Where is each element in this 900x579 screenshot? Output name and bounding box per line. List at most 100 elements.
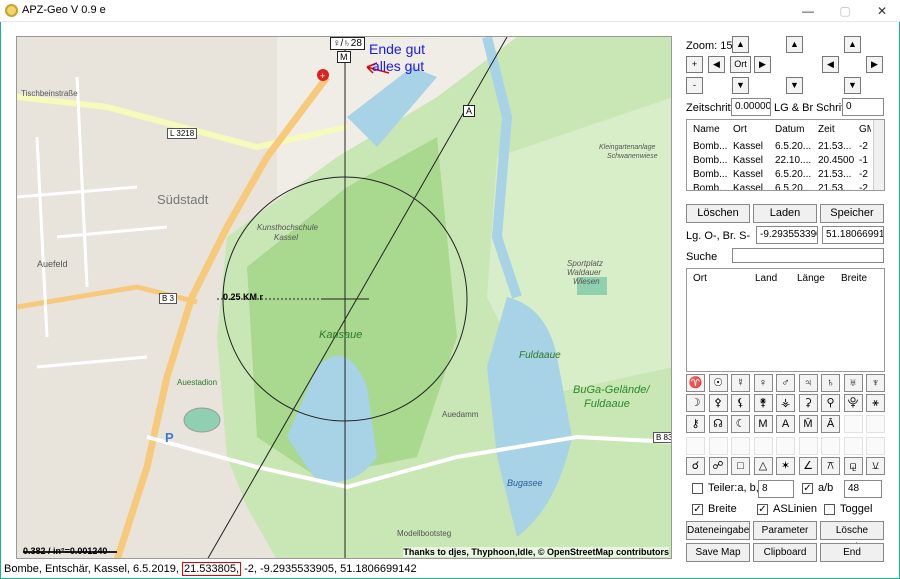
table-row[interactable]: Bomb... (693, 141, 727, 152)
symbol-slot-empty (753, 437, 773, 455)
loesche-cache-button[interactable]: Lösche Cache (820, 521, 884, 553)
symbol-button[interactable]: ⯓ (843, 394, 863, 412)
pan-up-button[interactable]: ▲ (786, 36, 803, 53)
symbol-button[interactable]: ⚹ (866, 394, 885, 412)
symbol-button[interactable]: ♅ (843, 374, 863, 392)
table-cell: 21.53... (818, 183, 852, 191)
ort-button[interactable]: Ort (730, 56, 751, 73)
pan-down-button[interactable]: ▼ (786, 77, 803, 94)
map-view[interactable]: + ♀/♄28 M A Ende gut alles gut 0.25 KM r… (16, 36, 672, 559)
symbol-slot-empty (843, 437, 863, 455)
parameter-button[interactable]: Parameter (753, 521, 817, 540)
symbol-button[interactable]: Ā (821, 415, 840, 433)
minimize-button[interactable]: — (790, 0, 826, 22)
symbol-button[interactable]: M̄ (798, 415, 818, 433)
aslinien-checkbox[interactable]: ✓ (757, 504, 768, 515)
table-cell: -1 (859, 155, 868, 166)
loeschen-button[interactable]: Löschen (686, 204, 750, 223)
symbol-button[interactable]: ⚴ (708, 394, 728, 412)
symbol-button[interactable]: ⚶ (776, 394, 795, 412)
schwanenwiese-label: Schwanenwiese (607, 153, 658, 160)
events-header-name: Name (693, 124, 720, 135)
laden-button[interactable]: Laden (753, 204, 817, 223)
symbol-button[interactable]: ⚻ (821, 457, 840, 475)
symbol-button[interactable]: △ (753, 457, 773, 475)
status-line: Bombe, Entschär, Kassel, 6.5.2019, 21.53… (4, 562, 417, 576)
symbol-button[interactable]: ⚼ (843, 457, 863, 475)
tischbein-label: Tischbeinstraße (21, 89, 78, 98)
symbol-button[interactable]: ☊ (708, 415, 728, 433)
scale-label: 0.382 / in°=0.001240 (23, 546, 108, 556)
ab-checkbox[interactable]: ✓ (802, 483, 813, 494)
symbol-button[interactable]: ☽ (686, 394, 705, 412)
table-cell: Kassel (733, 183, 764, 191)
symbol-button[interactable]: ♆ (866, 374, 885, 392)
table-row[interactable]: Bomb... (693, 183, 727, 190)
events-table[interactable]: Name Ort Datum Zeit GM Bomb... Kassel 6.… (686, 119, 885, 191)
close-button[interactable]: ✕ (864, 0, 900, 22)
table-row[interactable]: Bomb... (693, 155, 727, 166)
table-cell: Kassel (733, 169, 764, 180)
events-scrollbar[interactable] (873, 120, 884, 190)
zoom-down-button[interactable]: ▼ (732, 77, 749, 94)
zoom-label: Zoom: 15 (686, 40, 733, 52)
zoom-up-button[interactable]: ▲ (732, 36, 749, 53)
symbol-button[interactable]: ⚺ (866, 457, 885, 475)
toggel-checkbox[interactable] (824, 504, 835, 515)
places-header-land: Land (755, 273, 778, 284)
ab-input[interactable]: 48 (844, 480, 882, 498)
speicher-button[interactable]: Speicher (820, 204, 884, 223)
symbol-slot-empty (866, 415, 885, 433)
title-bar: APZ-Geo V 0.9 e — ▢ ✕ (0, 0, 900, 22)
auefeld-label: Auefeld (37, 259, 68, 269)
zeitschritt-input[interactable]: 0.000005 (731, 98, 771, 116)
symbol-button[interactable]: ⚲ (821, 394, 840, 412)
symbol-button[interactable]: ☾ (731, 415, 750, 433)
marker-m: M (337, 51, 351, 63)
symbol-button[interactable]: M (753, 415, 773, 433)
lgbr-coord-label: Lg. O-, Br. S- (686, 230, 751, 242)
search-input[interactable] (732, 248, 884, 263)
symbol-button[interactable]: □ (731, 457, 750, 475)
pan2-up-button[interactable]: ▲ (844, 36, 861, 53)
longitude-input[interactable]: -9.293553390 (756, 226, 818, 244)
symbol-button[interactable]: ♂ (776, 374, 795, 392)
right-button[interactable]: ▶ (754, 56, 771, 73)
symbol-button[interactable]: ⚸ (731, 394, 750, 412)
symbol-button[interactable]: A (776, 415, 795, 433)
pan2-right-button[interactable]: ▶ (866, 56, 883, 73)
clipboard-button[interactable]: Clipboard (753, 543, 817, 562)
sportplatz-label: Sportplatz (567, 259, 604, 268)
zoom-minus-button[interactable]: - (686, 77, 703, 94)
lgbr-schritt-input[interactable]: 0 (842, 98, 884, 116)
symbol-button[interactable]: ♃ (798, 374, 818, 392)
kleingarten-label: Kleingartenanlage (599, 144, 656, 151)
ende-gut-label: Ende gut (369, 41, 426, 57)
symbol-button[interactable]: ⚳ (798, 394, 818, 412)
symbol-button[interactable]: ⚷ (686, 415, 705, 433)
symbol-button[interactable]: ☿ (731, 374, 750, 392)
latitude-input[interactable]: 51.18066991 (822, 226, 884, 244)
zoom-plus-button[interactable]: + (686, 56, 703, 73)
symbol-button[interactable]: ☉ (708, 374, 728, 392)
places-table[interactable]: Ort Land Länge Breite (686, 268, 885, 372)
pan2-left-button[interactable]: ◀ (822, 56, 839, 73)
teiler-checkbox[interactable] (692, 483, 703, 494)
table-row[interactable]: Bomb... (693, 169, 727, 180)
save-map-button[interactable]: Save Map (686, 543, 750, 562)
symbol-button[interactable]: ✶ (776, 457, 795, 475)
end-button[interactable]: End (820, 543, 884, 562)
pan2-down-button[interactable]: ▼ (844, 77, 861, 94)
symbol-button[interactable]: ♄ (821, 374, 840, 392)
symbol-button[interactable]: ☌ (686, 457, 705, 475)
symbol-button[interactable]: ☍ (708, 457, 728, 475)
breite-checkbox[interactable]: ✓ (692, 504, 703, 515)
teiler-input[interactable]: 8 (758, 480, 794, 498)
symbol-button[interactable]: ∠ (798, 457, 818, 475)
maximize-button[interactable]: ▢ (827, 0, 863, 22)
dateneingabe-button[interactable]: Dateneingabe (686, 521, 750, 540)
symbol-button[interactable]: ♈ (686, 374, 705, 392)
symbol-button[interactable]: ⚵ (753, 394, 773, 412)
left-button[interactable]: ◀ (708, 56, 725, 73)
symbol-button[interactable]: ♀ (753, 374, 773, 392)
